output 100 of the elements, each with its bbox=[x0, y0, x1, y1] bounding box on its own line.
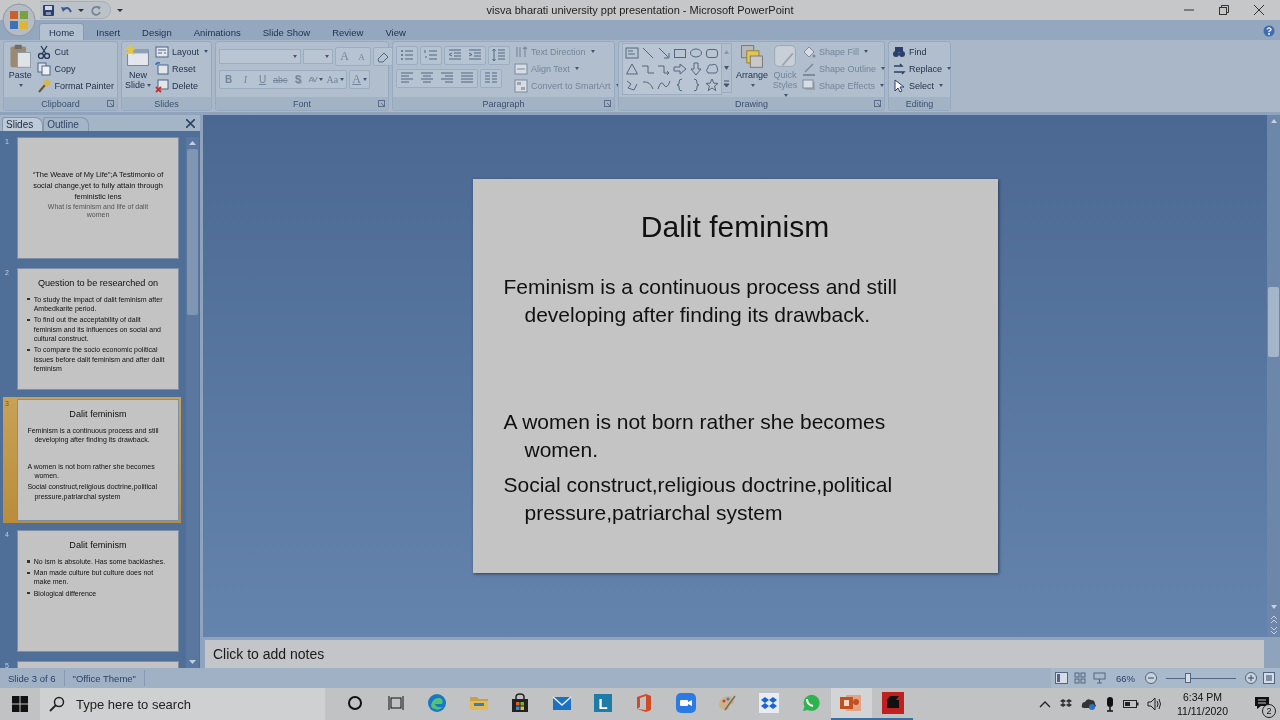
speaker-icon[interactable] bbox=[1147, 697, 1163, 711]
increase-indent-icon[interactable] bbox=[468, 48, 482, 62]
pane-tab[interactable]: Outline bbox=[43, 117, 89, 131]
zoom-in-icon[interactable] bbox=[1245, 672, 1257, 684]
search-field[interactable]: Type here to search bbox=[40, 688, 325, 720]
circle-icon[interactable] bbox=[346, 695, 363, 711]
ribbon-tab[interactable]: Review bbox=[322, 23, 374, 40]
scroll-thumb[interactable] bbox=[1268, 287, 1279, 357]
rounded-rectangle-icon[interactable] bbox=[705, 46, 719, 60]
delete-button[interactable]: Delete bbox=[155, 77, 209, 94]
oval-icon[interactable] bbox=[689, 46, 703, 60]
star-icon[interactable] bbox=[705, 78, 719, 92]
cloud-sync-icon[interactable] bbox=[1081, 697, 1097, 711]
customize-menu-icon[interactable] bbox=[117, 9, 123, 12]
caret-icon bbox=[78, 9, 84, 12]
arrow-icon[interactable] bbox=[657, 46, 671, 60]
find-button[interactable]: Find bbox=[892, 43, 952, 60]
layout-button[interactable]: Layout bbox=[155, 43, 209, 60]
rectangle-icon[interactable] bbox=[673, 46, 687, 60]
pane-tab[interactable]: Slides bbox=[2, 117, 44, 131]
align-right-icon[interactable] bbox=[440, 71, 454, 85]
reset-button[interactable]: Reset bbox=[155, 60, 209, 77]
edge-icon[interactable] bbox=[427, 693, 448, 713]
ribbon-tab[interactable]: Animations bbox=[183, 23, 251, 40]
ribbon-tab[interactable]: Home bbox=[39, 23, 85, 40]
windows-icon[interactable] bbox=[12, 696, 28, 712]
format-painter-button[interactable]: Format Painter bbox=[37, 77, 114, 94]
dialog-launcher-icon[interactable] bbox=[378, 100, 385, 107]
shopping-bag-icon[interactable] bbox=[511, 693, 530, 713]
ribbon-tab[interactable]: Slide Show bbox=[252, 23, 321, 40]
folder-icon[interactable] bbox=[468, 694, 489, 712]
down-arrow-icon[interactable] bbox=[689, 62, 703, 76]
task-view-icon[interactable] bbox=[388, 695, 405, 711]
scroll-thumb[interactable] bbox=[187, 149, 198, 315]
dropbox-icon[interactable] bbox=[758, 693, 779, 713]
dialog-launcher-icon[interactable] bbox=[604, 100, 611, 107]
help-icon[interactable] bbox=[1263, 25, 1275, 37]
replace-button[interactable]: Replace bbox=[892, 60, 952, 77]
justify-icon[interactable] bbox=[460, 71, 474, 85]
chat-bubble-icon[interactable] bbox=[800, 693, 820, 713]
columns-icon[interactable] bbox=[484, 71, 498, 85]
bullets-icon[interactable] bbox=[400, 48, 414, 62]
paste-button[interactable]: Paste bbox=[7, 43, 34, 90]
line-spacing-icon[interactable] bbox=[492, 48, 506, 62]
arrange-button[interactable]: Arrange bbox=[736, 43, 769, 90]
line-icon[interactable] bbox=[641, 46, 655, 60]
taskbar-button[interactable]: L bbox=[582, 688, 624, 720]
triangle-icon[interactable] bbox=[625, 62, 639, 76]
action-center-icon[interactable] bbox=[1254, 696, 1270, 710]
recorder-icon[interactable] bbox=[881, 692, 904, 714]
envelope-icon[interactable] bbox=[551, 695, 572, 711]
freeform-icon[interactable] bbox=[625, 78, 639, 92]
copy-button[interactable]: Copy bbox=[37, 60, 114, 77]
zoom-out-icon[interactable] bbox=[1145, 672, 1157, 684]
fit-to-window-icon[interactable] bbox=[1263, 672, 1275, 684]
slider-thumb[interactable] bbox=[1184, 672, 1191, 683]
video-camera-icon[interactable] bbox=[675, 693, 696, 713]
normal-view-icon[interactable] bbox=[1055, 672, 1068, 684]
layout-icon bbox=[155, 44, 169, 59]
close-icon[interactable] bbox=[186, 119, 195, 128]
ribbon-tab[interactable]: Design bbox=[132, 23, 182, 40]
cut-button[interactable]: Cut bbox=[37, 43, 114, 60]
dialog-launcher-icon[interactable] bbox=[107, 100, 114, 107]
right-arrow-icon[interactable] bbox=[673, 62, 687, 76]
elbow-connector-icon[interactable] bbox=[641, 62, 655, 76]
cloud-icon[interactable] bbox=[705, 62, 719, 76]
notes-pane[interactable]: Click to add notes bbox=[203, 640, 1264, 668]
curve-icon[interactable] bbox=[657, 78, 671, 92]
slide-sorter-icon[interactable] bbox=[1074, 672, 1087, 684]
maximize-icon[interactable] bbox=[1219, 5, 1229, 15]
slide-show-icon[interactable] bbox=[1093, 672, 1106, 684]
caret-icon bbox=[19, 84, 24, 88]
app-tile[interactable]: L bbox=[594, 694, 613, 712]
ribbon-tab[interactable]: Insert bbox=[86, 23, 131, 40]
dialog-launcher-icon[interactable] bbox=[874, 100, 881, 107]
microphone-icon[interactable] bbox=[1105, 696, 1115, 712]
decrease-indent-icon[interactable] bbox=[448, 48, 462, 62]
close-icon[interactable] bbox=[1254, 5, 1264, 15]
delete-icon bbox=[155, 78, 169, 93]
align-center-icon[interactable] bbox=[420, 71, 434, 85]
battery-icon[interactable] bbox=[1123, 699, 1139, 709]
font-name-field[interactable] bbox=[219, 49, 301, 64]
palette-icon[interactable] bbox=[717, 693, 738, 713]
ribbon-tab[interactable]: View bbox=[375, 23, 416, 40]
new-slide-button[interactable]: New Slide bbox=[125, 43, 151, 90]
search-placeholder: Type here to search bbox=[76, 696, 191, 712]
caret-icon bbox=[204, 50, 209, 53]
align-left-icon[interactable] bbox=[400, 71, 414, 85]
elbow-arrow-icon[interactable] bbox=[657, 62, 671, 76]
textbox-icon[interactable] bbox=[625, 46, 639, 60]
bullet-icon bbox=[27, 571, 30, 574]
office-icon[interactable] bbox=[636, 693, 653, 713]
arc-icon[interactable] bbox=[641, 78, 655, 92]
save-icon[interactable] bbox=[42, 3, 55, 17]
font-size-field[interactable] bbox=[303, 49, 333, 64]
numbering-icon[interactable] bbox=[424, 48, 438, 62]
select-button[interactable]: Select bbox=[892, 77, 952, 94]
presentation-icon[interactable] bbox=[840, 694, 863, 712]
redo-icon[interactable] bbox=[89, 3, 102, 17]
aligntext-icon bbox=[514, 61, 528, 76]
